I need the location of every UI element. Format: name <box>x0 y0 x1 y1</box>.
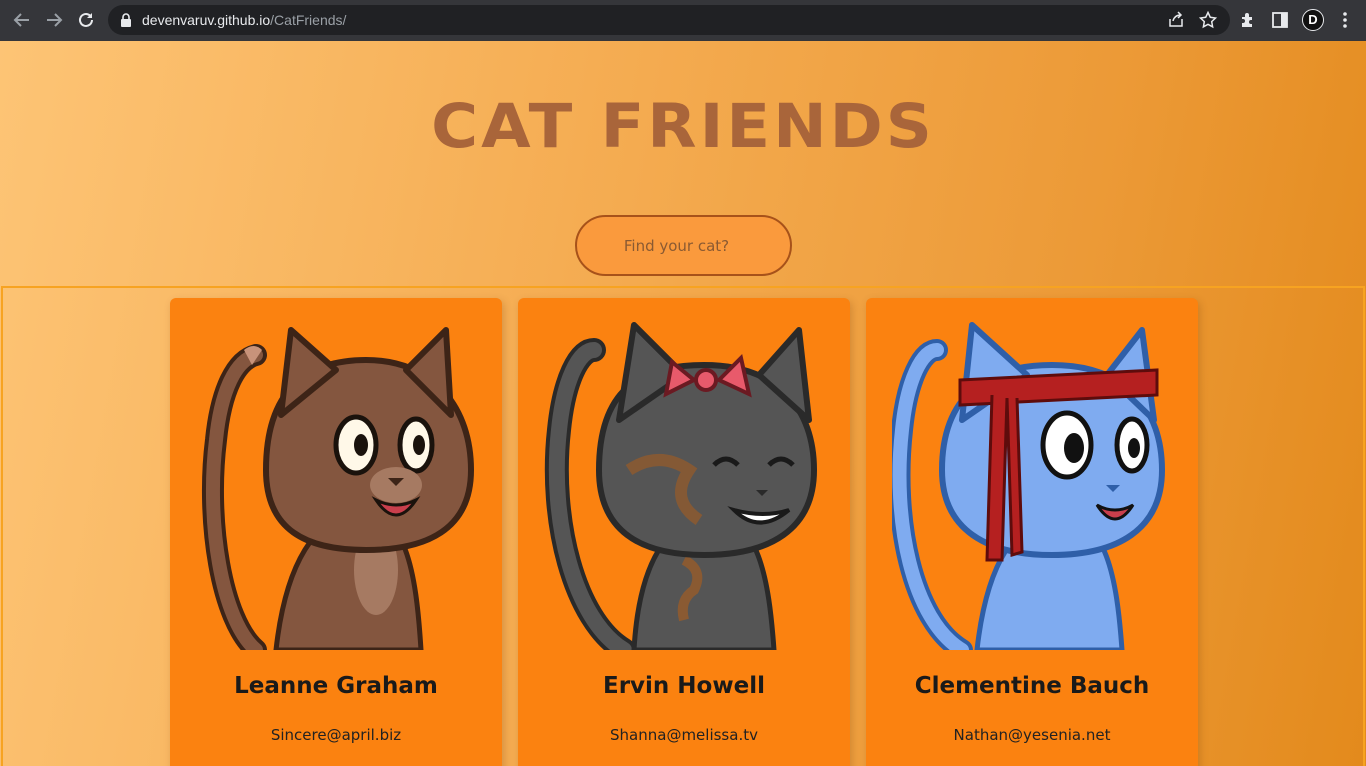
url-text: devenvaruv.github.io/CatFriends/ <box>142 11 346 29</box>
url-path: /CatFriends/ <box>270 12 347 28</box>
lock-icon <box>121 13 131 27</box>
menu-kebab-icon[interactable] <box>1336 11 1354 29</box>
page-title: Cat Friends <box>431 91 935 163</box>
card-email: Nathan@yesenia.net <box>953 726 1111 744</box>
browser-toolbar: devenvaruv.github.io/CatFriends/ D <box>0 0 1366 41</box>
card-email: Shanna@melissa.tv <box>610 726 758 744</box>
star-icon[interactable] <box>1199 11 1217 29</box>
card-name: Leanne Graham <box>234 673 438 699</box>
brown-cat-icon <box>201 327 475 650</box>
search-input[interactable] <box>575 215 792 276</box>
profile-avatar[interactable]: D <box>1302 9 1324 31</box>
arrow-right-icon <box>47 13 63 27</box>
card-email: Sincere@april.biz <box>270 726 402 744</box>
address-bar[interactable]: devenvaruv.github.io/CatFriends/ <box>108 5 1230 35</box>
cat-card[interactable]: Leanne Graham Sincere@april.biz <box>170 298 502 766</box>
url-host: devenvaruv.github.io <box>142 12 271 28</box>
extensions-icon[interactable] <box>1239 11 1257 29</box>
card-name: Ervin Howell <box>603 673 765 699</box>
grey-cat-with-bow-icon <box>544 322 818 650</box>
side-panel-icon[interactable] <box>1271 11 1289 29</box>
cat-card[interactable]: Ervin Howell Shanna@melissa.tv <box>518 298 850 766</box>
forward-button[interactable] <box>38 4 70 36</box>
card-list[interactable]: Leanne Graham Sincere@april.biz Ervin Ho… <box>1 286 1365 766</box>
back-button[interactable] <box>6 4 38 36</box>
reload-button[interactable] <box>70 4 102 36</box>
share-icon[interactable] <box>1167 11 1185 29</box>
arrow-left-icon <box>13 13 29 27</box>
card-name: Clementine Bauch <box>914 673 1150 699</box>
reload-icon <box>79 12 93 27</box>
blue-cat-with-headband-icon <box>892 322 1166 650</box>
page-content: Cat Friends Leanne Graham <box>0 41 1366 766</box>
cat-card[interactable]: Clementine Bauch Nathan@yesenia.net <box>866 298 1198 766</box>
